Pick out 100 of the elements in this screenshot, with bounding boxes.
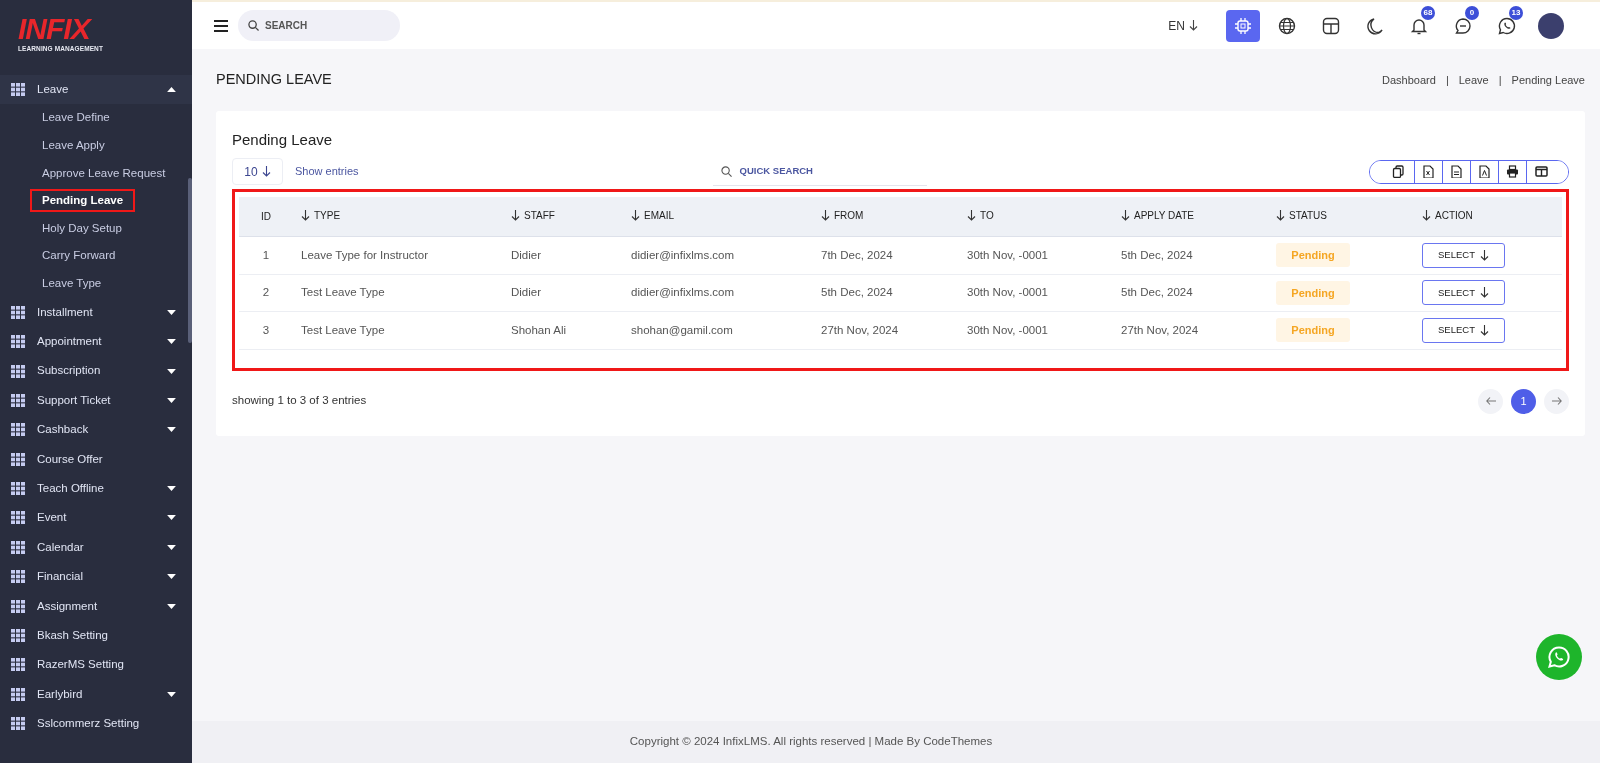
table-cell: Test Leave Type bbox=[301, 323, 385, 336]
status-badge: Pending bbox=[1276, 280, 1350, 305]
grid-icon bbox=[11, 335, 25, 349]
breadcrumb-separator: | bbox=[1498, 72, 1502, 88]
grid-icon bbox=[11, 482, 25, 496]
sort-arrow-icon bbox=[301, 209, 310, 221]
arrow-left-icon bbox=[1485, 397, 1496, 405]
sidebar-item[interactable]: Calendar bbox=[0, 532, 192, 563]
column-header[interactable]: TO bbox=[967, 207, 994, 223]
table-cell: 30th Nov, -0001 bbox=[967, 286, 1048, 299]
chat-bubble-icon bbox=[1547, 645, 1571, 669]
column-header[interactable]: EMAIL bbox=[631, 207, 674, 223]
select-button[interactable]: SELECT bbox=[1422, 317, 1505, 343]
table-cell: 5th Dec, 2024 bbox=[1121, 248, 1193, 261]
sidebar-subitem[interactable]: Leave Apply bbox=[42, 139, 105, 151]
sidebar-item[interactable]: RazerMS Setting bbox=[0, 650, 192, 680]
grid-icon bbox=[11, 393, 25, 407]
print-icon bbox=[1506, 165, 1519, 178]
arrow-right-icon bbox=[1551, 397, 1562, 405]
breadcrumb-link[interactable]: Leave bbox=[1458, 71, 1489, 89]
sidebar-subitem[interactable]: Leave Define bbox=[42, 111, 110, 124]
sidebar-item[interactable]: Earlybird bbox=[0, 679, 192, 709]
column-header[interactable]: TYPE bbox=[301, 207, 341, 223]
sidebar-item[interactable]: Installment bbox=[0, 297, 192, 327]
table-cell: Test Leave Type bbox=[301, 286, 385, 299]
whatsapp-button[interactable] bbox=[1536, 634, 1582, 680]
grid-icon bbox=[11, 570, 25, 584]
scrollbar[interactable] bbox=[188, 178, 192, 343]
status-badge: Pending bbox=[1276, 318, 1350, 343]
sort-arrow-icon bbox=[631, 209, 640, 221]
arrow-down-icon bbox=[1480, 249, 1489, 261]
sidebar-item[interactable]: Appointment bbox=[0, 326, 192, 357]
select-button[interactable]: SELECT bbox=[1422, 242, 1505, 268]
sidebar-subitem[interactable]: Leave Type bbox=[42, 276, 102, 289]
sidebar-item[interactable]: Sslcommerz Setting bbox=[0, 709, 192, 739]
menu-icon[interactable] bbox=[214, 19, 228, 32]
breadcrumb-link[interactable]: Dashboard bbox=[1382, 71, 1436, 89]
column-header[interactable]: FROM bbox=[821, 207, 864, 223]
column-header[interactable]: ACTION bbox=[1422, 207, 1473, 223]
grid-icon bbox=[11, 540, 25, 554]
count-badge: 0 bbox=[1465, 5, 1479, 20]
grid-icon bbox=[11, 423, 25, 437]
search-field[interactable]: SEARCH bbox=[238, 10, 400, 41]
sidebar-item[interactable]: Event bbox=[0, 503, 192, 533]
table-cell: Didier bbox=[511, 286, 542, 299]
column-header[interactable]: APPLY DATE bbox=[1121, 207, 1195, 223]
sidebar-item[interactable]: Financial bbox=[0, 562, 192, 592]
column-header[interactable]: STATUS bbox=[1276, 207, 1327, 223]
sort-arrow-icon bbox=[511, 209, 520, 221]
copyright-text: Copyright © 2024 InfixLMS. All rights reserved | Made By CodeThemes bbox=[629, 734, 993, 750]
avatar[interactable] bbox=[1538, 12, 1564, 39]
table-cell: didier@infixlms.com bbox=[631, 248, 735, 261]
sort-arrow-icon bbox=[1422, 209, 1431, 221]
sidebar-item[interactable]: Subscription bbox=[0, 356, 192, 386]
table-cell: 27th Nov, 2024 bbox=[1121, 323, 1199, 336]
grid-icon bbox=[11, 717, 25, 731]
table-cell: 27th Nov, 2024 bbox=[821, 323, 899, 336]
columns-icon bbox=[1535, 165, 1548, 178]
sidebar-item[interactable]: Bkash Setting bbox=[0, 620, 192, 651]
table-cell: 7th Dec, 2024 bbox=[821, 248, 893, 261]
search-icon bbox=[248, 20, 259, 31]
language-selector[interactable]: EN bbox=[1168, 16, 1198, 35]
quick-search-field[interactable]: QUICK SEARCH bbox=[712, 157, 927, 186]
sidebar-subitem[interactable]: Pending Leave bbox=[30, 189, 136, 213]
sort-arrow-icon bbox=[821, 209, 830, 221]
select-button[interactable]: SELECT bbox=[1422, 280, 1505, 306]
sidebar-subitem[interactable]: Carry Forward bbox=[42, 249, 116, 262]
file-icon bbox=[1478, 165, 1491, 178]
sidebar-item[interactable]: Cashback bbox=[0, 415, 192, 445]
entries-info: showing 1 to 3 of 3 entries bbox=[232, 393, 367, 409]
grid-icon bbox=[11, 452, 25, 466]
sidebar-item[interactable]: Support Ticket bbox=[0, 385, 192, 416]
table-cell: Shohan Ali bbox=[511, 323, 566, 336]
sort-arrow-icon bbox=[967, 209, 976, 221]
table-cell: Didier bbox=[511, 248, 542, 261]
sidebar-item[interactable]: Course Offer bbox=[0, 444, 192, 474]
page-size-select[interactable]: 10 bbox=[232, 158, 283, 185]
copy-icon bbox=[1391, 165, 1405, 178]
chat-icon bbox=[1453, 15, 1473, 36]
grid-icon bbox=[11, 305, 25, 319]
sidebar-subitem[interactable]: Approve Leave Request bbox=[42, 166, 166, 179]
sidebar-item[interactable]: Teach Offline bbox=[0, 473, 192, 504]
breadcrumb-separator: | bbox=[1445, 72, 1449, 88]
layout-icon bbox=[1321, 15, 1341, 36]
chip-button[interactable] bbox=[1226, 9, 1260, 42]
table-cell: 3 bbox=[262, 323, 270, 336]
grid-icon bbox=[11, 83, 25, 97]
sidebar-subitem[interactable]: Holy Day Setup bbox=[42, 221, 122, 234]
table-cell: 5th Dec, 2024 bbox=[821, 286, 893, 299]
arrow-down-icon bbox=[1480, 287, 1489, 299]
chip-icon bbox=[1233, 15, 1253, 36]
grid-icon bbox=[11, 511, 25, 525]
columns-button[interactable] bbox=[1526, 160, 1568, 183]
table-cell: didier@infixlms.com bbox=[631, 286, 735, 299]
column-header[interactable]: ID bbox=[261, 208, 271, 224]
sidebar-item[interactable]: Assignment bbox=[0, 591, 192, 621]
column-header[interactable]: STAFF bbox=[511, 207, 555, 223]
logo-text: INFIX bbox=[18, 14, 90, 44]
page-button[interactable]: 1 bbox=[1511, 388, 1536, 414]
sidebar-item[interactable]: Leave bbox=[0, 75, 192, 105]
